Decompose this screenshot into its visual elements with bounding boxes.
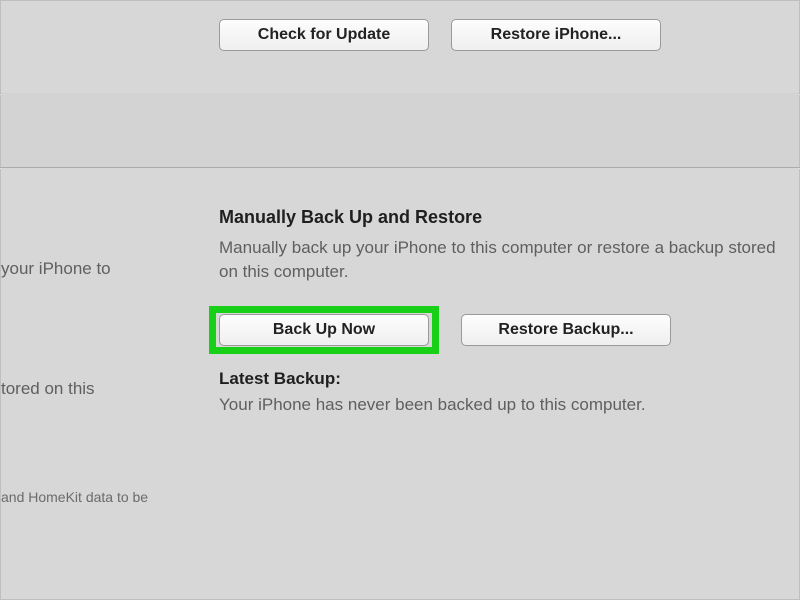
top-toolbar-area: Check for Update Restore iPhone... (1, 1, 799, 91)
back-up-now-button[interactable]: Back Up Now (219, 314, 429, 346)
backup-button-row: Back Up Now Restore Backup... (219, 306, 779, 354)
left-cutoff-text: your iPhone to (1, 259, 111, 279)
latest-backup-section: Latest Backup: Your iPhone has never bee… (219, 369, 779, 415)
back-up-now-highlight: Back Up Now (209, 306, 439, 354)
section-band (1, 93, 799, 167)
restore-backup-button[interactable]: Restore Backup... (461, 314, 671, 346)
left-cutoff-text: tored on this (1, 379, 95, 399)
latest-backup-status: Your iPhone has never been backed up to … (219, 395, 779, 415)
manual-backup-section: Manually Back Up and Restore Manually ba… (219, 207, 779, 380)
top-button-row: Check for Update Restore iPhone... (219, 19, 661, 51)
latest-backup-heading: Latest Backup: (219, 369, 779, 389)
check-for-update-button[interactable]: Check for Update (219, 19, 429, 51)
manual-backup-heading: Manually Back Up and Restore (219, 207, 779, 228)
manual-backup-description: Manually back up your iPhone to this com… (219, 236, 779, 284)
left-cutoff-text: and HomeKit data to be (1, 489, 148, 505)
restore-iphone-button[interactable]: Restore iPhone... (451, 19, 661, 51)
